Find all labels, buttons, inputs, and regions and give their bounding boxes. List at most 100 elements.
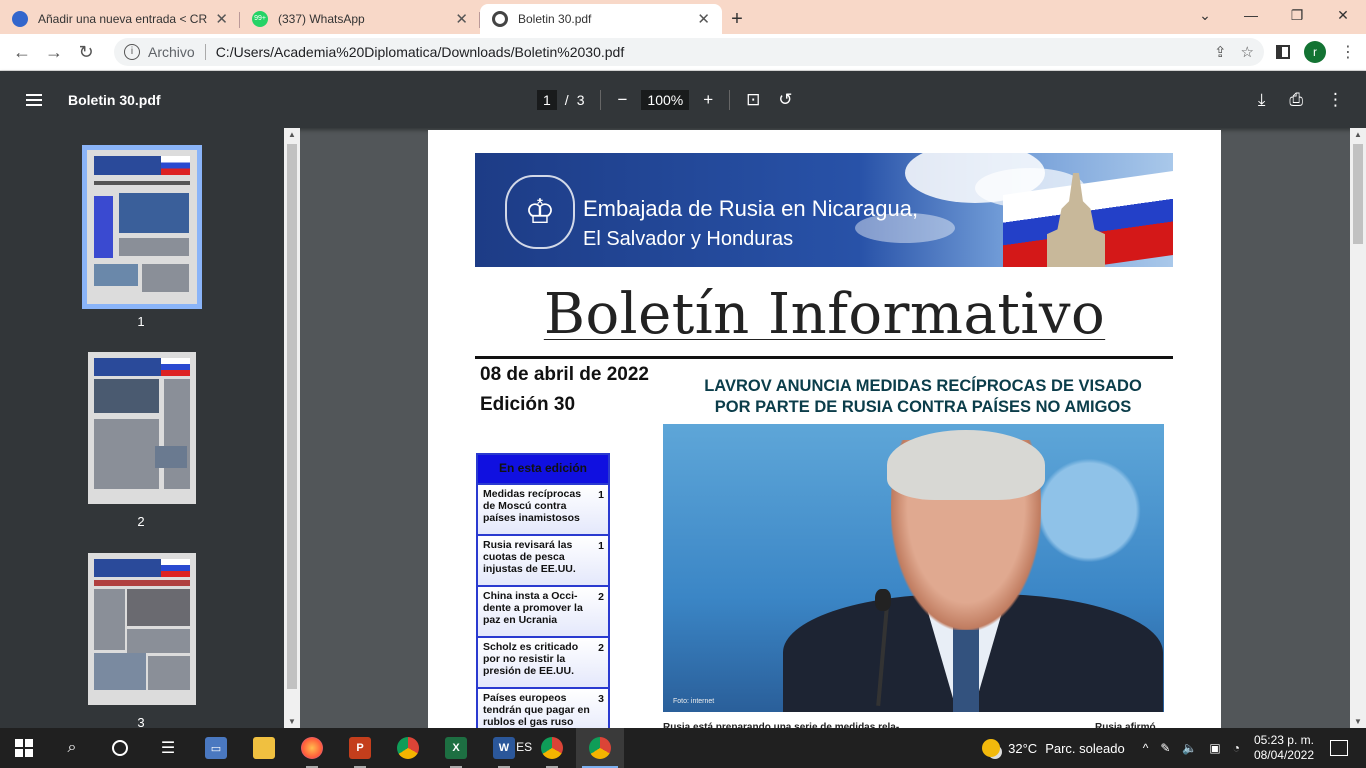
- scroll-up-icon[interactable]: ▲: [1350, 130, 1366, 139]
- notification-icon[interactable]: [1330, 740, 1348, 756]
- list-item: Países europeos tendrán que pagar en rub…: [478, 687, 608, 730]
- tab-pdf[interactable]: Boletin 30.pdf ✕: [480, 4, 722, 34]
- weather-text: Parc. soleado: [1045, 740, 1125, 756]
- folder-icon: [253, 737, 275, 759]
- cortana-button[interactable]: [96, 728, 144, 768]
- share-icon[interactable]: ⇪: [1214, 43, 1227, 61]
- tab-blog-editor[interactable]: Añadir una nueva entrada < CREI ✕: [0, 4, 240, 34]
- lavrov-photo: Foto: internet: [663, 424, 1164, 712]
- back-arrow-icon[interactable]: ←: [6, 42, 38, 63]
- taskbar-firefox[interactable]: [288, 728, 336, 768]
- window-controls: ⌄ — ❐ ✕: [1182, 0, 1366, 30]
- scroll-up-icon[interactable]: ▲: [284, 130, 300, 139]
- wordpress-icon: [12, 11, 28, 27]
- search-button[interactable]: ⌕: [48, 728, 96, 768]
- new-tab-button[interactable]: +: [722, 4, 752, 34]
- list-item: Medidas recíprocas de Moscú contra paíse…: [478, 483, 608, 534]
- close-icon[interactable]: ✕: [697, 10, 710, 28]
- firefox-icon: [301, 737, 323, 759]
- zoom-in-icon[interactable]: +: [703, 90, 713, 110]
- fit-page-icon[interactable]: ⊡: [746, 90, 760, 110]
- tab-strip: Añadir una nueva entrada < CREI ✕ 99+ (3…: [0, 0, 1366, 34]
- browser-toolbar: ← → ↻ i Archivo C:/Users/Academia%20Dipl…: [0, 34, 1366, 71]
- page-controls: 1 / 3 − 100% + ⊡ ↺: [537, 89, 793, 110]
- address-bar[interactable]: i Archivo C:/Users/Academia%20Diplomatic…: [114, 38, 1264, 66]
- microphone-icon: [875, 589, 891, 611]
- page-number-input[interactable]: 1: [537, 89, 557, 110]
- taskbar: ⌕ ☰ ▭ P X W ES 32°C Parc. soleado ^ ✎ 🔈 …: [0, 728, 1366, 768]
- thumbnail-label: 2: [137, 514, 145, 529]
- start-button[interactable]: [0, 728, 48, 768]
- sun-cloud-icon: [982, 739, 1001, 757]
- forward-arrow-icon[interactable]: →: [38, 42, 70, 63]
- taskbar-chrome-2[interactable]: [528, 728, 576, 768]
- scroll-down-icon[interactable]: ▼: [284, 717, 300, 726]
- weather-widget[interactable]: 32°C Parc. soleado: [982, 739, 1125, 757]
- divider: [729, 89, 731, 110]
- tab-search-icon[interactable]: ⌄: [1182, 0, 1228, 30]
- photo-credit: Foto: internet: [673, 698, 715, 705]
- info-icon[interactable]: i: [124, 44, 140, 60]
- document-scrollbar[interactable]: ▲ ▼: [1350, 128, 1366, 728]
- table-of-contents: En esta edición Medidas recíprocas de Mo…: [476, 453, 610, 730]
- banner-line-1: Embajada de Rusia en Nicaragua,: [583, 196, 919, 221]
- toc-page-number: 1: [598, 540, 604, 552]
- headline-line: POR PARTE DE RUSIA CONTRA PAÍSES NO AMIG…: [714, 398, 1132, 416]
- volume-icon[interactable]: 🔈: [1182, 741, 1197, 755]
- scrollbar-thumb[interactable]: [1353, 144, 1363, 244]
- thumbnail-page-2[interactable]: [88, 352, 196, 504]
- zoom-input[interactable]: 100%: [641, 89, 690, 110]
- avatar[interactable]: r: [1304, 41, 1326, 63]
- taskbar-powerpoint[interactable]: P: [336, 728, 384, 768]
- url-text[interactable]: C:/Users/Academia%20Diplomatica/Download…: [216, 44, 1200, 60]
- toc-page-number: 2: [598, 642, 604, 654]
- print-icon[interactable]: ⎙: [1289, 90, 1303, 110]
- scroll-down-icon[interactable]: ▼: [1350, 717, 1366, 726]
- powerpoint-icon: P: [349, 737, 371, 759]
- close-icon[interactable]: ✕: [215, 10, 228, 28]
- zoom-out-icon[interactable]: −: [617, 90, 627, 110]
- scrollbar-thumb[interactable]: [287, 144, 297, 689]
- pdf-toolbar: Boletin 30.pdf 1 / 3 − 100% + ⊡ ↺ ⤓ ⎙ ⋮: [0, 71, 1366, 128]
- task-view-icon: ☰: [160, 740, 176, 757]
- side-panel-icon[interactable]: [1276, 45, 1290, 59]
- list-item: Rusia revisará las cuotas de pesca injus…: [478, 534, 608, 585]
- taskbar-chrome-active[interactable]: [576, 728, 624, 768]
- task-view-button[interactable]: ☰: [144, 728, 192, 768]
- divider: [475, 356, 1173, 359]
- scheme-label: Archivo: [148, 44, 195, 60]
- reload-icon[interactable]: ↻: [70, 42, 102, 63]
- windows-logo-icon: [15, 739, 33, 757]
- minimize-button[interactable]: —: [1228, 0, 1274, 30]
- tab-whatsapp[interactable]: 99+ (337) WhatsApp ✕: [240, 4, 480, 34]
- taskbar-chrome[interactable]: [384, 728, 432, 768]
- issue-edition: Edición 30: [480, 394, 576, 415]
- taskbar-excel[interactable]: X: [432, 728, 480, 768]
- close-window-button[interactable]: ✕: [1320, 0, 1366, 30]
- chevron-up-icon[interactable]: ^: [1143, 741, 1149, 755]
- wifi-icon[interactable]: ◔: [1233, 741, 1240, 755]
- close-icon[interactable]: ✕: [455, 10, 468, 28]
- toc-title: En esta edición: [478, 455, 608, 483]
- menu-icon[interactable]: [26, 93, 42, 106]
- more-options-icon[interactable]: ⋮: [1327, 90, 1344, 110]
- language-indicator[interactable]: ES: [516, 740, 532, 754]
- toc-page-number: 1: [598, 489, 604, 501]
- thumbnail-page-1[interactable]: [82, 145, 202, 309]
- restore-button[interactable]: ❐: [1274, 0, 1320, 30]
- taskbar-file-explorer[interactable]: [240, 728, 288, 768]
- taskbar-remote-desktop[interactable]: ▭: [192, 728, 240, 768]
- rotate-icon[interactable]: ↺: [778, 90, 792, 110]
- document-title: Boletin 30.pdf: [68, 91, 161, 108]
- star-icon[interactable]: ☆: [1241, 43, 1254, 61]
- thumbnail-page-3[interactable]: [88, 553, 196, 705]
- more-menu-icon[interactable]: ⋮: [1340, 42, 1356, 62]
- download-icon[interactable]: ⤓: [1258, 90, 1266, 110]
- clock[interactable]: 05:23 p. m. 08/04/2022: [1254, 733, 1314, 763]
- network-icon[interactable]: ▣: [1209, 741, 1220, 755]
- pdf-page: ♔ Embajada de Rusia en Nicaragua, El Sal…: [428, 130, 1221, 730]
- sidebar-scrollbar[interactable]: ▲ ▼: [284, 128, 300, 728]
- pen-icon[interactable]: ✎: [1160, 741, 1170, 755]
- headline: LAVROV ANUNCIA MEDIDAS RECÍPROCAS DE VIS…: [663, 376, 1183, 418]
- divider: [204, 44, 206, 60]
